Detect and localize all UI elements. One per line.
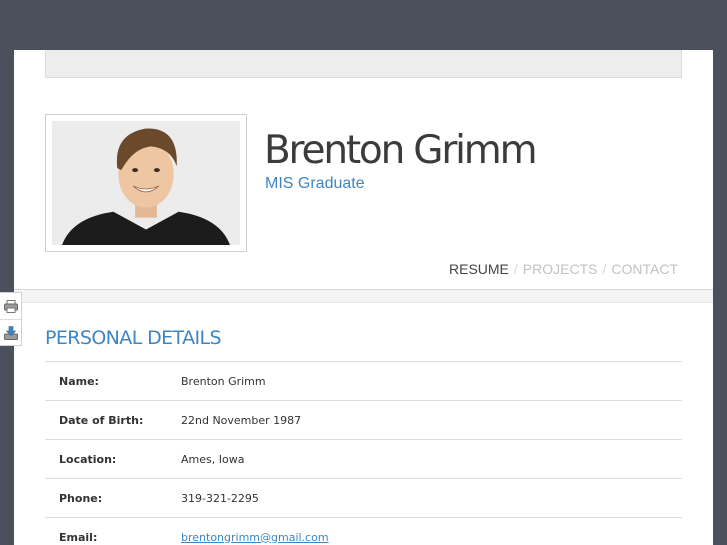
row-value: 22nd November 1987 xyxy=(181,413,302,427)
nav-resume[interactable]: RESUME xyxy=(449,261,509,277)
profile-photo-frame xyxy=(45,114,247,252)
row-label: Location: xyxy=(59,452,117,466)
row-value: Brenton Grimm xyxy=(181,374,266,388)
row-label: Date of Birth: xyxy=(59,413,144,427)
table-row: Name: Brenton Grimm xyxy=(45,362,682,401)
main-nav: RESUME / PROJECTS / CONTACT xyxy=(449,261,678,277)
row-label: Email: xyxy=(59,530,98,544)
table-row: Email: brentongrimm@gmail.com xyxy=(45,518,682,545)
top-bar xyxy=(45,50,682,78)
nav-separator: / xyxy=(513,261,518,277)
nav-separator: / xyxy=(602,261,607,277)
row-label: Phone: xyxy=(59,491,103,505)
side-toolbar xyxy=(0,292,22,346)
nav-contact[interactable]: CONTACT xyxy=(611,261,678,277)
print-button[interactable] xyxy=(0,293,21,319)
email-link[interactable]: brentongrimm@gmail.com xyxy=(181,531,329,544)
section-title-personal-details: PERSONAL DETAILS xyxy=(45,327,222,349)
personal-details-table: Name: Brenton Grimm Date of Birth: 22nd … xyxy=(45,361,682,545)
resume-page: Brenton Grimm MIS Graduate RESUME / PROJEC… xyxy=(14,50,713,545)
download-icon xyxy=(3,325,18,340)
print-icon xyxy=(3,299,18,313)
table-row: Phone: 319-321-2295 xyxy=(45,479,682,518)
row-value: Ames, Iowa xyxy=(181,452,245,466)
table-row: Date of Birth: 22nd November 1987 xyxy=(45,401,682,440)
header-divider xyxy=(14,289,713,303)
row-label: Name: xyxy=(59,374,99,388)
table-row: Location: Ames, Iowa xyxy=(45,440,682,479)
download-button[interactable] xyxy=(0,319,21,345)
nav-projects[interactable]: PROJECTS xyxy=(523,261,598,277)
row-value: 319-321-2295 xyxy=(181,491,259,505)
profile-photo xyxy=(52,121,240,245)
profile-name: Brenton Grimm xyxy=(264,128,538,173)
profile-subtitle: MIS Graduate xyxy=(265,175,365,192)
